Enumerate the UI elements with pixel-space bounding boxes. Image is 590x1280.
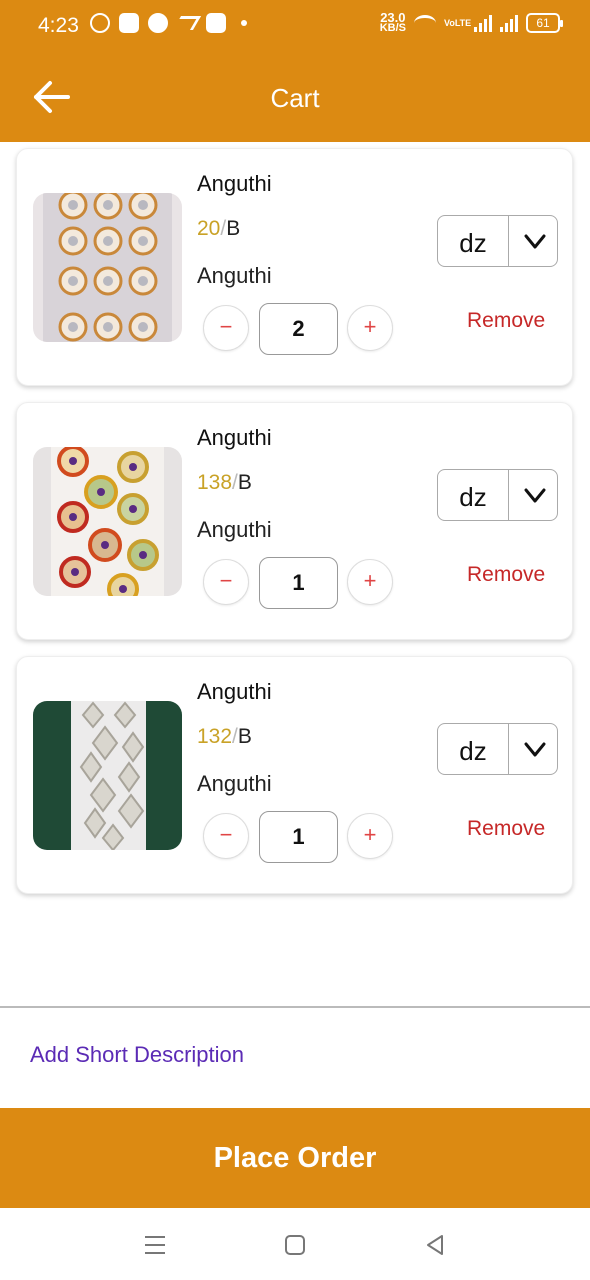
- cart-item-card: Anguthi 20/B Anguthi − 2 + dz Remove: [16, 148, 573, 386]
- unit-select-divider: [508, 216, 509, 266]
- battery-icon: 61: [526, 13, 563, 33]
- volte-icon: VoLTE: [444, 17, 472, 28]
- product-price: 132/B: [197, 725, 252, 749]
- dot-icon: [241, 20, 247, 26]
- page-title: Cart: [270, 83, 320, 113]
- decrease-quantity-button[interactable]: −: [203, 559, 249, 605]
- product-name: Anguthi: [197, 425, 272, 450]
- decrease-quantity-button[interactable]: −: [203, 813, 249, 859]
- speed-unit: KB/S: [379, 22, 406, 34]
- place-order-button[interactable]: Place Order: [0, 1108, 590, 1208]
- unit-select[interactable]: dz: [437, 723, 558, 775]
- decrease-quantity-button[interactable]: −: [203, 305, 249, 351]
- price-unit: B: [237, 471, 252, 494]
- chevron-down-icon: [524, 742, 546, 757]
- cart-item-card: Anguthi 138/B Anguthi − 1 + dz Remove: [16, 402, 573, 640]
- unit-select[interactable]: dz: [437, 215, 558, 267]
- status-time: 4:23: [38, 14, 79, 37]
- product-name: Anguthi: [197, 171, 272, 196]
- price-value: 132: [197, 725, 233, 748]
- quantity-field[interactable]: 2: [259, 303, 338, 355]
- status-bar: 4:23 23.0 KB/S VoLTE 61: [0, 0, 590, 52]
- system-nav-bar: [0, 1208, 590, 1280]
- unit-select-divider: [508, 724, 509, 774]
- app-icon: [119, 13, 139, 33]
- menu-icon[interactable]: [140, 1230, 170, 1260]
- unit-select-divider: [508, 470, 509, 520]
- product-subtitle: Anguthi: [197, 517, 272, 542]
- price-value: 138: [197, 471, 233, 494]
- home-square-icon[interactable]: [280, 1230, 310, 1260]
- app-badge-icon: [206, 13, 226, 33]
- price-unit: B: [226, 217, 241, 240]
- increase-quantity-button[interactable]: +: [347, 559, 393, 605]
- remove-button[interactable]: Remove: [467, 817, 545, 841]
- product-image[interactable]: [33, 193, 182, 342]
- add-short-description-link[interactable]: Add Short Description: [30, 1042, 244, 1068]
- product-subtitle: Anguthi: [197, 771, 272, 796]
- status-left-icons: [90, 13, 247, 33]
- product-image[interactable]: [33, 701, 182, 850]
- remove-button[interactable]: Remove: [467, 563, 545, 587]
- jio-icon: [148, 13, 168, 33]
- cart-item-card: Anguthi 132/B Anguthi − 1 + dz Remove: [16, 656, 573, 894]
- price-value: 20: [197, 217, 221, 240]
- product-subtitle: Anguthi: [197, 263, 272, 288]
- increase-quantity-button[interactable]: +: [347, 305, 393, 351]
- wifi-icon: [414, 15, 436, 31]
- whatsapp-icon: [90, 13, 110, 33]
- increase-quantity-button[interactable]: +: [347, 813, 393, 859]
- product-image[interactable]: [33, 447, 182, 596]
- back-triangle-icon[interactable]: [420, 1230, 450, 1260]
- quantity-field[interactable]: 1: [259, 557, 338, 609]
- network-speed: 23.0 KB/S: [379, 11, 406, 34]
- signal-icon: [172, 16, 202, 30]
- chevron-down-icon: [524, 234, 546, 249]
- product-price: 20/B: [197, 217, 240, 241]
- unit-select-value: dz: [459, 482, 487, 512]
- chevron-down-icon: [524, 488, 546, 503]
- product-price: 138/B: [197, 471, 252, 495]
- cell-signal-icon-2: [500, 14, 518, 32]
- price-unit: B: [237, 725, 252, 748]
- battery-level: 61: [536, 16, 550, 30]
- unit-select-value: dz: [459, 736, 487, 766]
- quantity-field[interactable]: 1: [259, 811, 338, 863]
- app-bar: Cart: [0, 52, 590, 142]
- unit-select-value: dz: [459, 228, 487, 258]
- cell-signal-icon: [474, 14, 492, 32]
- unit-select[interactable]: dz: [437, 469, 558, 521]
- status-right-icons: 23.0 KB/S VoLTE 61: [379, 11, 563, 34]
- divider: [0, 1006, 590, 1008]
- remove-button[interactable]: Remove: [467, 309, 545, 333]
- product-name: Anguthi: [197, 679, 272, 704]
